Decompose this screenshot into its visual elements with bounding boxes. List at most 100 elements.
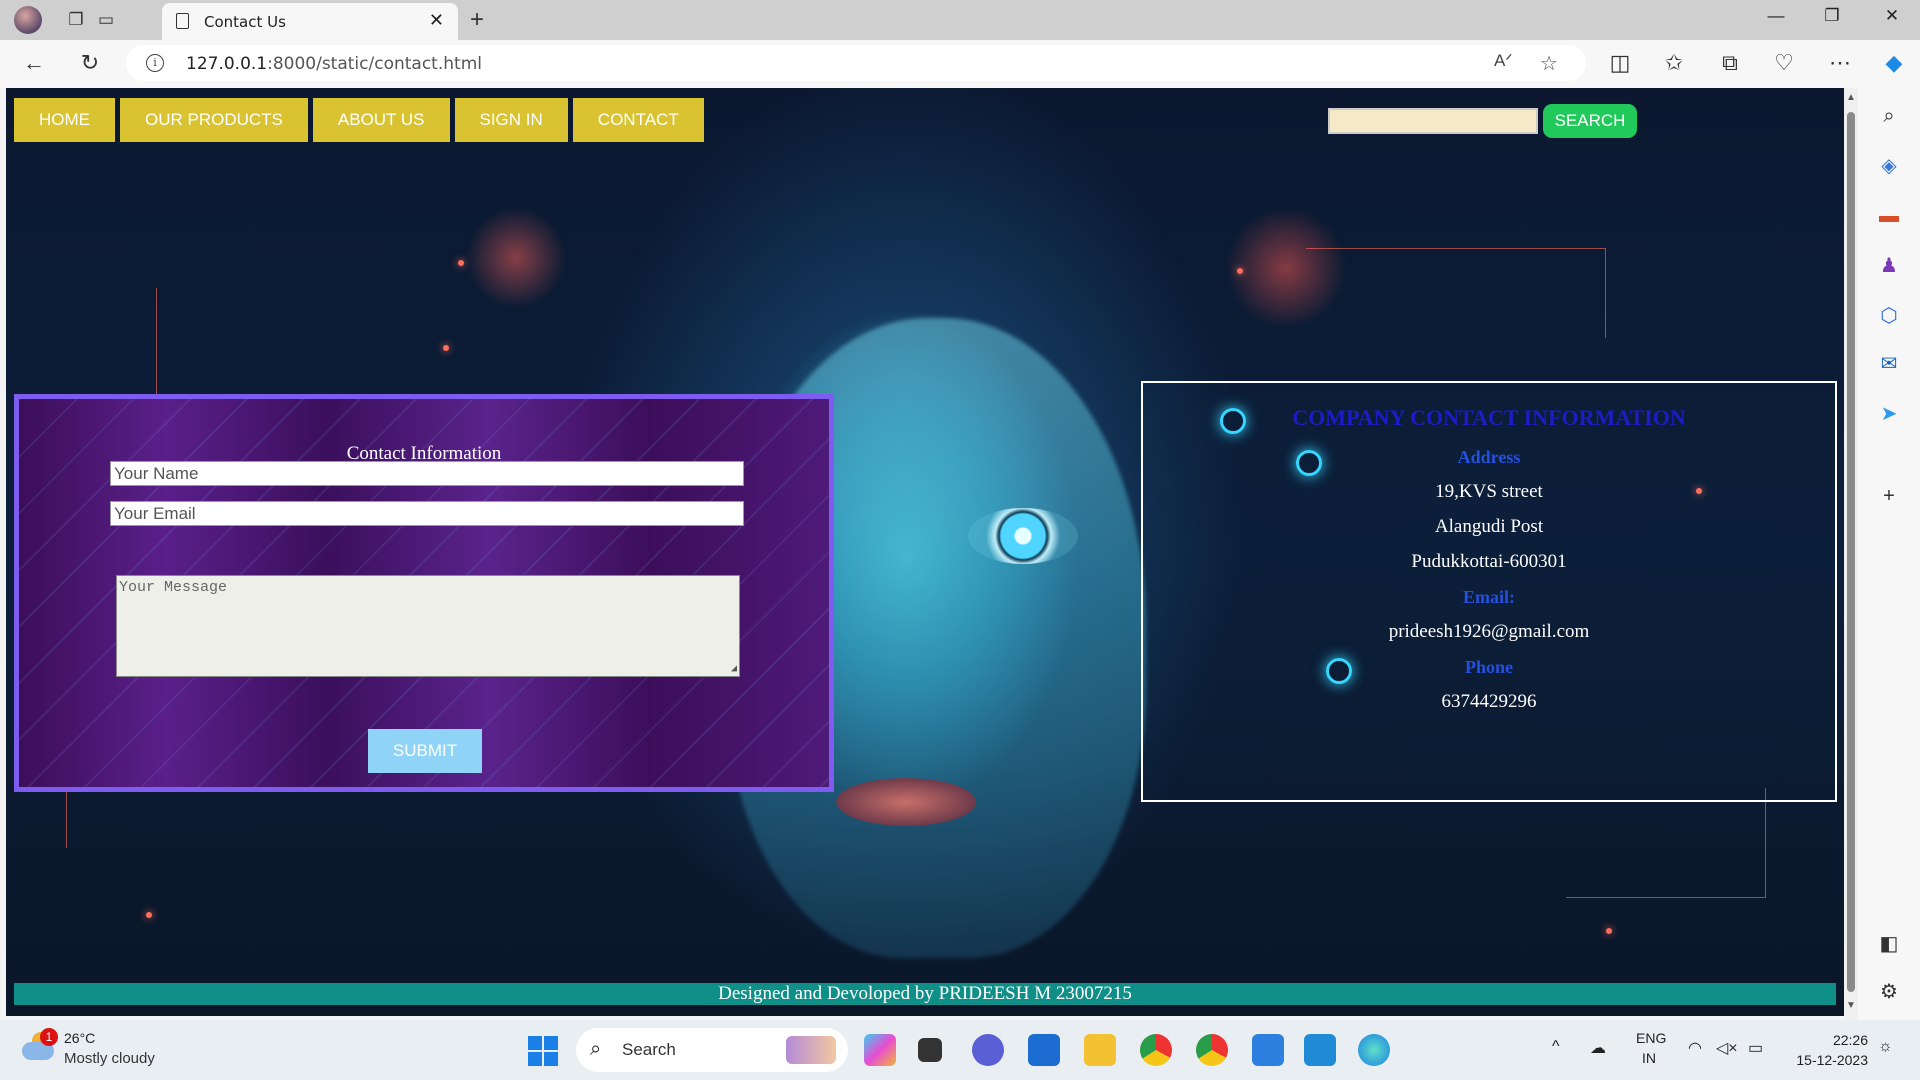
windows-taskbar: 1 26°C Mostly cloudy ⌕ Search ^ ☁ ENG IN… xyxy=(0,1020,1920,1080)
refresh-icon[interactable]: ↻ xyxy=(76,50,104,76)
search-icon: ⌕ xyxy=(590,1038,602,1060)
temperature[interactable]: 26°C xyxy=(64,1030,95,1046)
shopping-tag-icon[interactable]: ◈ xyxy=(1875,152,1903,180)
browser-essentials-icon[interactable]: ♡ xyxy=(1770,50,1798,76)
nav-about-us[interactable]: ABOUT US xyxy=(312,98,450,142)
edge-icon[interactable] xyxy=(1358,1034,1390,1066)
tools-icon[interactable]: ▬ xyxy=(1875,202,1903,230)
circuit-line xyxy=(1566,788,1766,898)
address-bar[interactable]: i 127.0.0.1:8000/static/contact.html Aᐟ … xyxy=(126,45,1586,81)
read-aloud-icon[interactable]: Aᐟ xyxy=(1494,51,1513,71)
scroll-up-icon[interactable]: ▲ xyxy=(1846,92,1856,103)
browser-tab-bar: ❐ ▭ Contact Us ✕ + — ❐ ✕ xyxy=(0,0,1920,40)
glow-dot xyxy=(443,345,449,351)
teams-chat-icon[interactable] xyxy=(972,1034,1004,1066)
more-menu-icon[interactable]: ⋯ xyxy=(1826,50,1854,76)
workspaces-icon[interactable]: ❐ xyxy=(64,8,88,32)
chrome-profile-icon[interactable] xyxy=(1196,1034,1228,1066)
hide-sidebar-icon[interactable]: ◧ xyxy=(1875,930,1903,958)
battery-icon[interactable]: ▭ xyxy=(1748,1038,1763,1058)
contact-form: Contact Information Your Name Your Email… xyxy=(14,394,834,792)
email-label: Email: xyxy=(1463,587,1515,607)
close-tab-icon[interactable]: ✕ xyxy=(429,10,444,31)
vscode-icon[interactable] xyxy=(1304,1034,1336,1066)
glow-dot xyxy=(458,260,464,266)
start-button[interactable] xyxy=(528,1036,558,1066)
tab-contact-us[interactable]: Contact Us ✕ xyxy=(162,3,458,40)
split-screen-icon[interactable]: ◫ xyxy=(1606,50,1634,76)
circuit-line xyxy=(156,288,416,408)
nav-our-products[interactable]: OUR PRODUCTS xyxy=(120,98,308,142)
back-icon[interactable]: ← xyxy=(20,50,48,76)
weather-badge: 1 xyxy=(40,1028,58,1046)
time: 22:26 xyxy=(1832,1032,1868,1048)
submit-button[interactable]: SUBMIT xyxy=(368,729,482,773)
weather-icon[interactable]: 1 xyxy=(22,1028,58,1060)
chrome-icon[interactable] xyxy=(1140,1034,1172,1066)
name-field[interactable]: Your Name xyxy=(110,461,744,486)
address-line: Pudukkottai-600301 xyxy=(1411,551,1567,572)
restore-icon[interactable]: ❐ xyxy=(1812,6,1852,26)
scrollbar-thumb[interactable] xyxy=(1847,112,1855,992)
favorites-icon[interactable]: ✩ xyxy=(1660,50,1688,76)
add-sidebar-icon[interactable]: + xyxy=(1875,482,1903,510)
scroll-down-icon[interactable]: ▼ xyxy=(1846,1000,1856,1011)
weather-text[interactable]: Mostly cloudy xyxy=(64,1050,155,1067)
email-value: prideesh1926@gmail.com xyxy=(1388,621,1590,642)
site-info-icon[interactable]: i xyxy=(146,54,164,72)
page-scrollbar[interactable]: ▲ ▼ xyxy=(1844,88,1858,1020)
outlook-icon[interactable]: ✉ xyxy=(1875,350,1903,378)
close-window-icon[interactable]: ✕ xyxy=(1872,6,1912,26)
copilot-icon[interactable]: ◆ xyxy=(1880,50,1908,76)
search-highlight-icon xyxy=(786,1036,836,1064)
url-text: 127.0.0.1:8000/static/contact.html xyxy=(186,54,482,74)
store-icon[interactable] xyxy=(1028,1034,1060,1066)
onedrive-icon[interactable]: ☁ xyxy=(1590,1038,1606,1058)
address-label: Address xyxy=(1457,447,1521,467)
nav-sign-in[interactable]: SIGN IN xyxy=(454,98,568,142)
taskbar-search-label: Search xyxy=(622,1040,676,1059)
search-icon[interactable]: ⌕ xyxy=(1875,102,1903,130)
profile-avatar[interactable] xyxy=(14,6,42,34)
nav-contact[interactable]: CONTACT xyxy=(572,98,704,142)
page-icon xyxy=(176,13,189,29)
language-bottom[interactable]: IN xyxy=(1642,1050,1656,1066)
background-eye-art xyxy=(968,508,1078,564)
show-hidden-icons-icon[interactable]: ^ xyxy=(1552,1038,1560,1056)
message-placeholder: Your Message xyxy=(119,579,228,596)
message-field[interactable]: Your Message ◢ xyxy=(116,575,740,677)
favorite-star-icon[interactable]: ☆ xyxy=(1540,51,1558,76)
task-view-icon[interactable] xyxy=(918,1038,942,1062)
file-explorer-icon[interactable] xyxy=(1084,1034,1116,1066)
tab-actions-icon[interactable]: ▭ xyxy=(94,8,118,32)
m365-icon[interactable]: ⬡ xyxy=(1875,302,1903,330)
settings-gear-icon[interactable]: ⚙ xyxy=(1875,978,1903,1006)
resize-grip-icon[interactable]: ◢ xyxy=(731,663,737,675)
language-top[interactable]: ENG xyxy=(1636,1030,1666,1046)
email-field[interactable]: Your Email xyxy=(110,501,744,526)
minimize-icon[interactable]: — xyxy=(1756,6,1796,26)
notepad-icon[interactable] xyxy=(1252,1034,1284,1066)
phone-value: 6374429296 xyxy=(1441,691,1537,712)
main-nav: HOME OUR PRODUCTS ABOUT US SIGN IN CONTA… xyxy=(14,98,704,142)
search-input[interactable] xyxy=(1328,108,1538,134)
background-lips-art xyxy=(836,778,976,826)
send-icon[interactable]: ➤ xyxy=(1875,400,1903,428)
phone-label: Phone xyxy=(1464,657,1513,677)
games-icon[interactable]: ♟ xyxy=(1875,252,1903,280)
tab-title: Contact Us xyxy=(204,13,286,31)
circuit-line xyxy=(1306,248,1606,338)
volume-muted-icon[interactable]: ◁× xyxy=(1716,1038,1738,1058)
wifi-icon[interactable]: ◠ xyxy=(1688,1038,1702,1058)
taskbar-search[interactable]: ⌕ Search xyxy=(576,1028,848,1072)
browser-sidebar: ⌕ ◈ ▬ ♟ ⬡ ✉ ➤ + ◧ ⚙ xyxy=(1858,88,1920,1020)
nav-home[interactable]: HOME xyxy=(14,98,115,142)
collections-icon[interactable]: ⧉ xyxy=(1716,50,1744,76)
glow-dot xyxy=(1606,928,1612,934)
clock[interactable]: 22:26 15-12-2023 xyxy=(1786,1030,1868,1070)
date: 15-12-2023 xyxy=(1796,1052,1868,1068)
new-tab-icon[interactable]: + xyxy=(470,6,484,34)
copilot-app-icon[interactable] xyxy=(864,1034,896,1066)
notifications-icon[interactable]: ☼ xyxy=(1878,1038,1893,1056)
search-button[interactable]: SEARCH xyxy=(1543,104,1637,138)
